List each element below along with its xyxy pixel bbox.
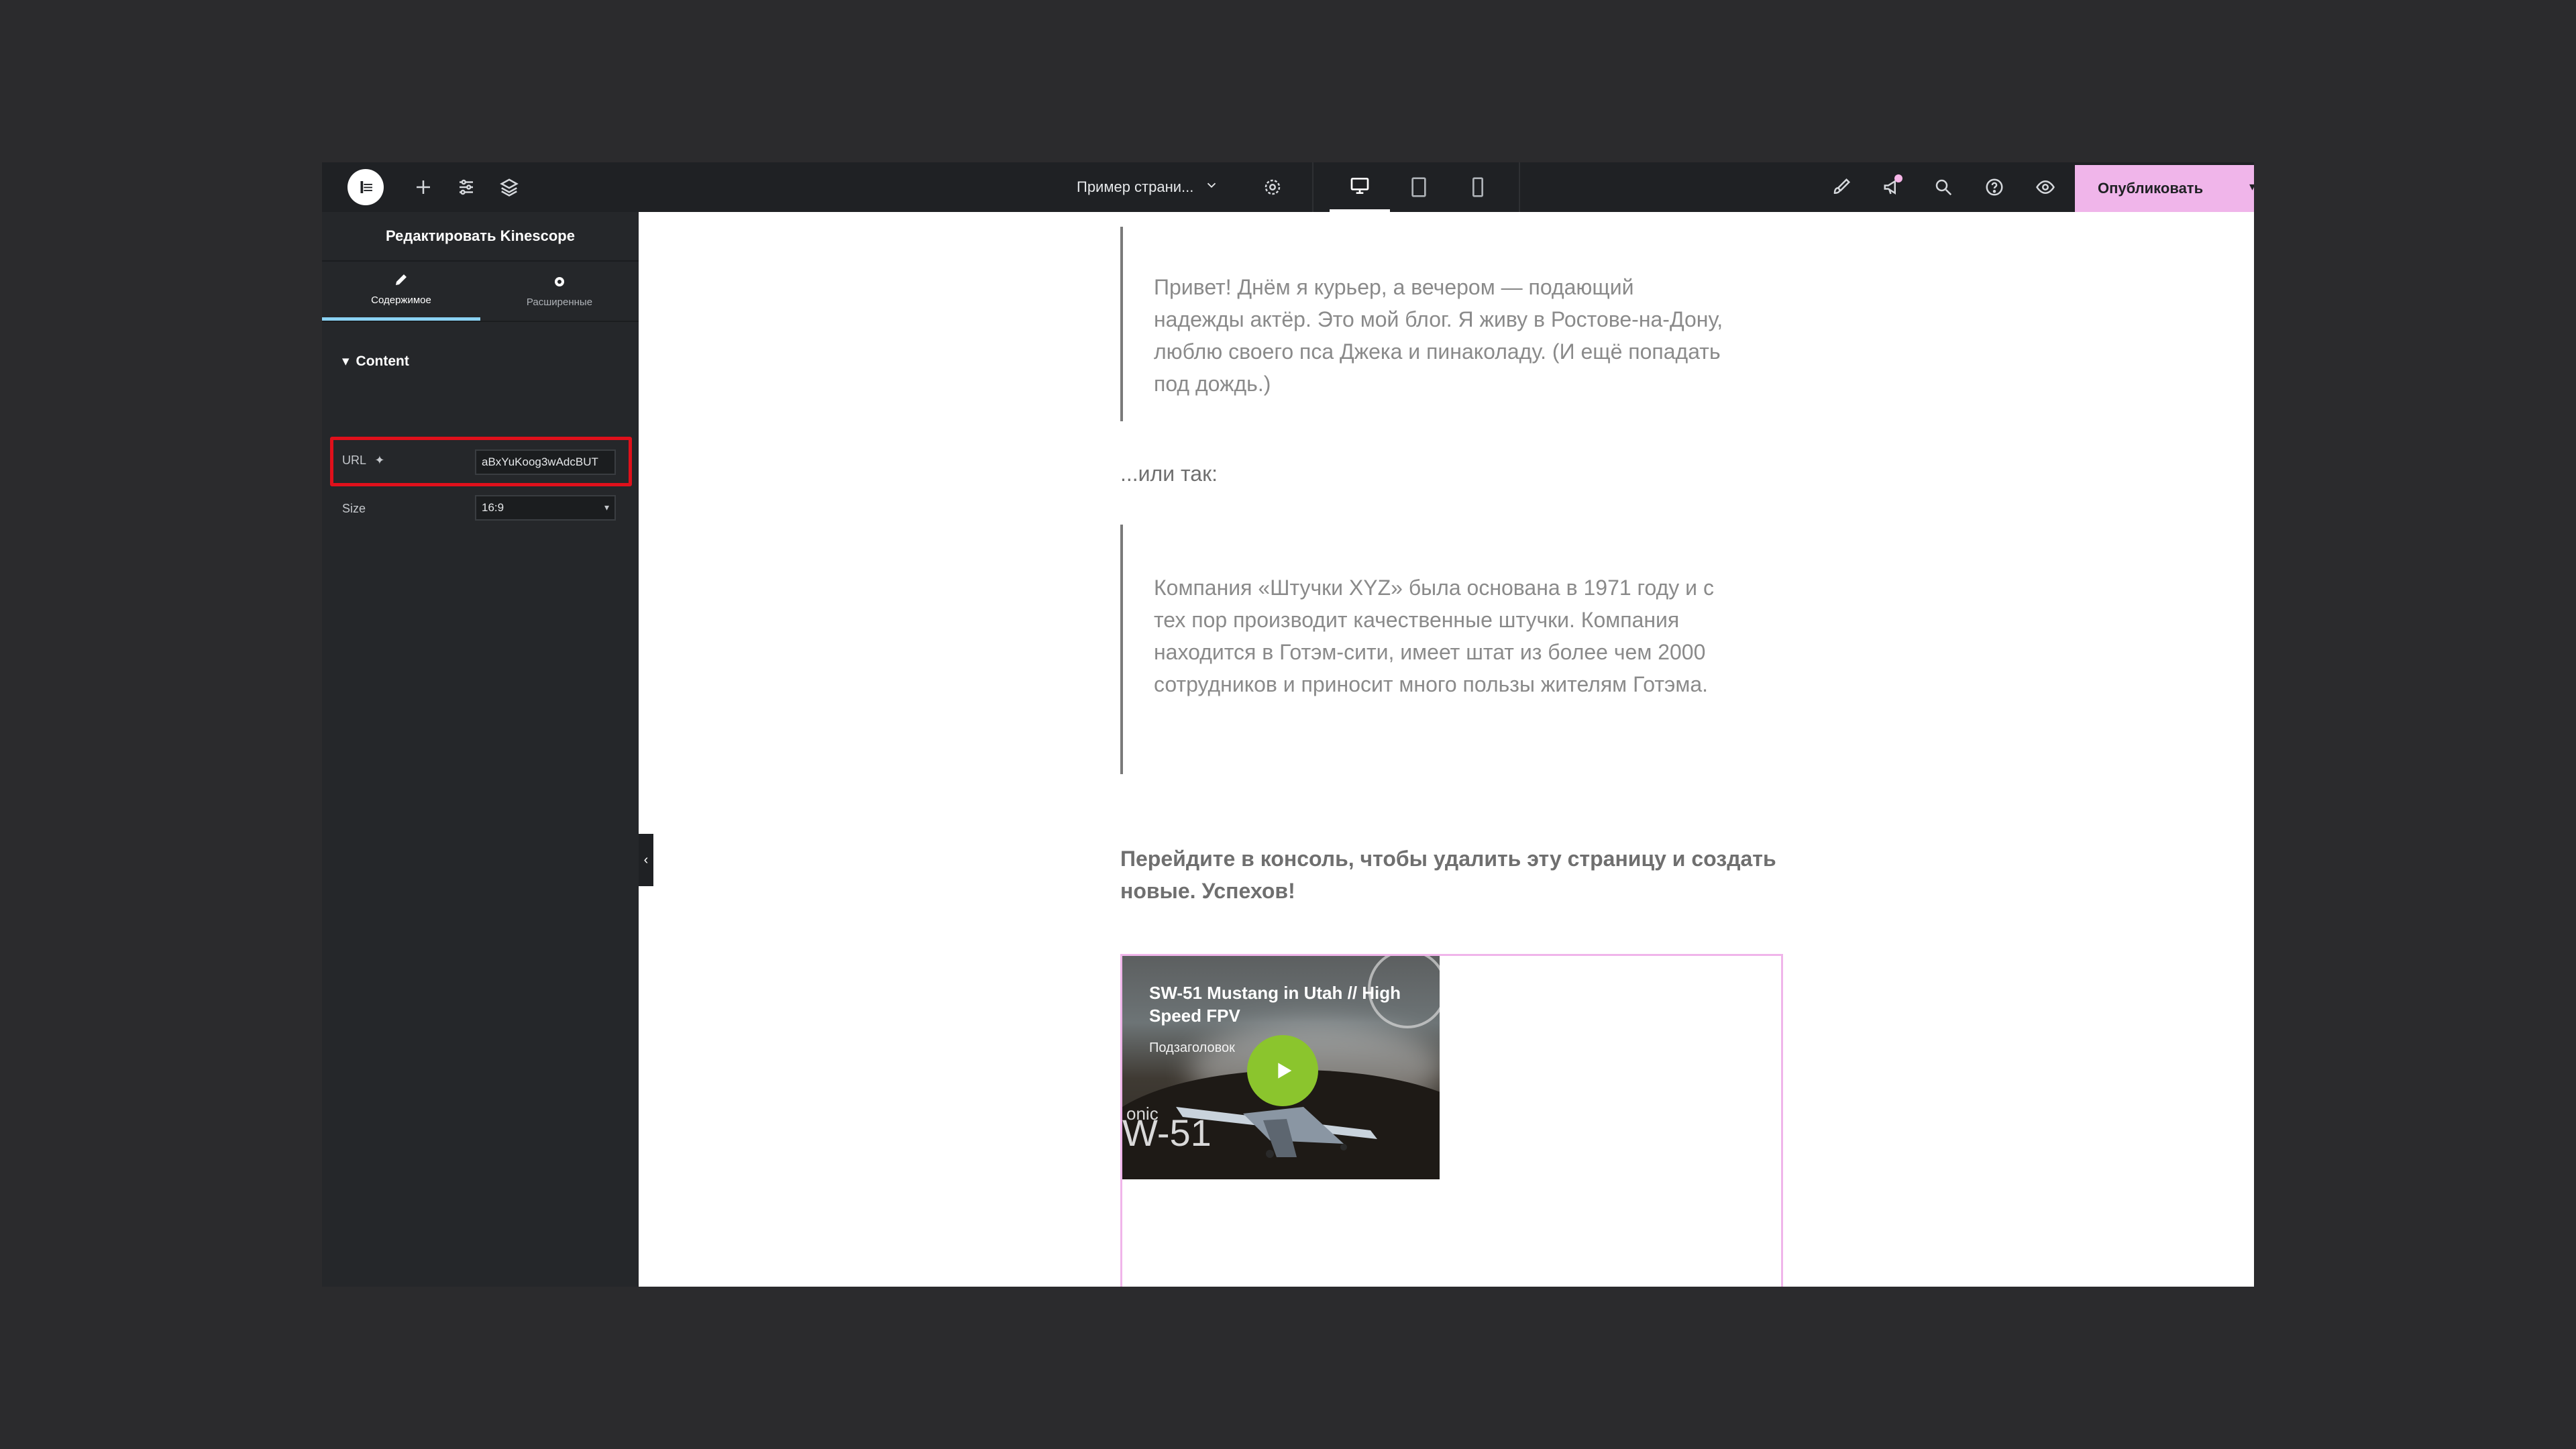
toolbar-divider xyxy=(1519,162,1520,212)
video-title: SW-51 Mustang in Utah // High Speed FPV xyxy=(1149,983,1401,1026)
gear-icon[interactable] xyxy=(1256,170,1289,204)
play-icon xyxy=(1278,1063,1292,1079)
notification-dot xyxy=(1894,174,1902,182)
desktop-icon[interactable] xyxy=(1330,162,1390,212)
paragraph: ...или так: xyxy=(1120,462,1218,486)
page-name: Пример страни... xyxy=(1077,178,1194,195)
editor-window: I≡ Пример страни... Опубликовать ▾ Редак… xyxy=(322,162,2254,1287)
plus-icon[interactable] xyxy=(407,170,440,204)
top-bar: I≡ Пример страни... Опубликовать ▾ xyxy=(322,162,2254,212)
search-icon[interactable] xyxy=(1927,170,1960,204)
quote-text: Привет! Днём я курьер, а вечером — подаю… xyxy=(1154,275,1723,396)
page-selector[interactable]: Пример страни... xyxy=(1077,170,1238,204)
tablet-icon[interactable] xyxy=(1389,162,1449,212)
kinescope-widget[interactable]: onic W-51 SW-51 Mustang in Utah // High … xyxy=(1120,954,1783,1287)
blockquote: Привет! Днём я курьер, а вечером — подаю… xyxy=(1120,227,1724,421)
elementor-logo-icon[interactable]: I≡ xyxy=(347,169,384,205)
blockquote: Компания «Штучки XYZ» была основана в 19… xyxy=(1120,525,1724,774)
brush-icon[interactable] xyxy=(1825,170,1858,204)
sliders-icon[interactable] xyxy=(449,170,483,204)
quote-text: Компания «Штучки XYZ» была основана в 19… xyxy=(1154,576,1714,696)
megaphone-icon[interactable] xyxy=(1876,170,1909,204)
play-button[interactable] xyxy=(1247,1035,1318,1106)
layers-icon[interactable] xyxy=(492,170,526,204)
paragraph: Перейдите в консоль, чтобы удалить эту с… xyxy=(1120,847,1776,903)
help-icon[interactable] xyxy=(1978,170,2011,204)
mobile-icon[interactable] xyxy=(1448,162,1508,212)
publish-label: Опубликовать xyxy=(2098,180,2204,197)
video-subtitle: Подзаголовок xyxy=(1149,1040,1235,1055)
toolbar-divider xyxy=(1312,162,1313,212)
publish-button[interactable]: Опубликовать ▾ xyxy=(2075,165,2254,212)
chevron-down-icon xyxy=(1204,178,1219,197)
caret-down-icon[interactable]: ▾ xyxy=(2249,180,2254,194)
video-player[interactable]: onic W-51 SW-51 Mustang in Utah // High … xyxy=(1122,956,1440,1179)
watermark-big: W-51 xyxy=(1122,1112,1212,1154)
eye-icon[interactable] xyxy=(2029,170,2062,204)
page-canvas: Привет! Днём я курьер, а вечером — подаю… xyxy=(322,212,2254,1287)
